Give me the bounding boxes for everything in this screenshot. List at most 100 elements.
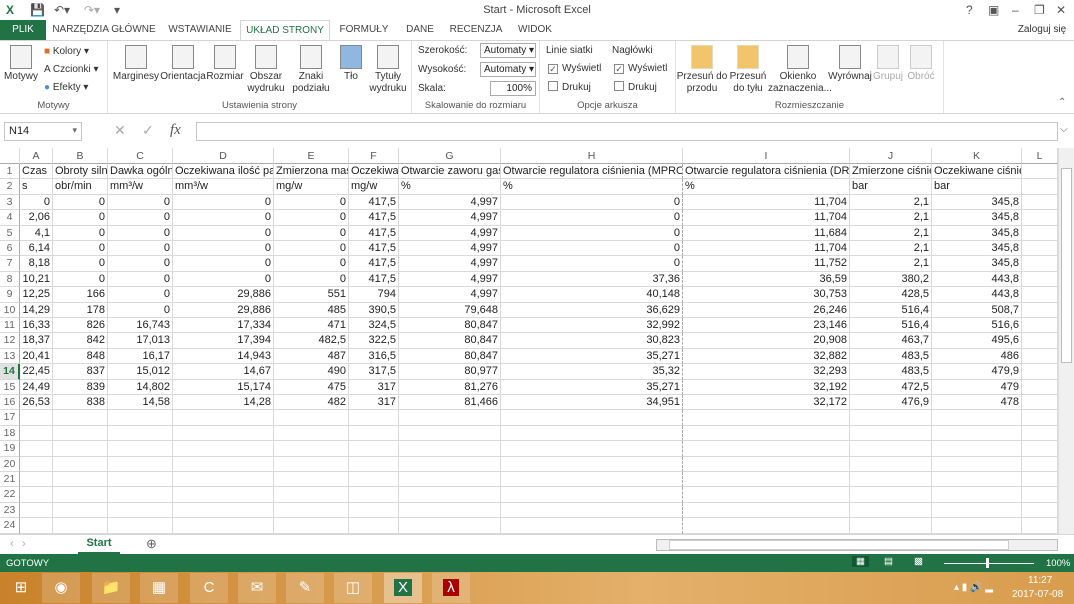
- cell-l22[interactable]: [1022, 487, 1058, 503]
- cell-b13[interactable]: 848: [53, 348, 108, 365]
- cell-b6[interactable]: 0: [53, 241, 108, 257]
- cell-h1[interactable]: Otwarcie regulatora ciśnienia (MPRO: [501, 164, 683, 180]
- cell-i3[interactable]: 11,704: [683, 194, 850, 211]
- cell-h17[interactable]: [501, 410, 683, 426]
- ribbon-display-icon[interactable]: ▣: [988, 3, 999, 17]
- cell-e2[interactable]: mg/w: [274, 179, 349, 195]
- cell-k3[interactable]: 345,8: [932, 194, 1022, 211]
- cell-i1[interactable]: Otwarcie regulatora ciśnienia (DRV: [683, 164, 850, 180]
- name-box[interactable]: N14 ▾: [4, 122, 82, 141]
- cell-d24[interactable]: [173, 518, 274, 534]
- cell-c2[interactable]: mm³/w: [108, 179, 173, 195]
- cell-c15[interactable]: 14,802: [108, 379, 173, 395]
- cell-h16[interactable]: 34,951: [501, 395, 683, 411]
- cell-i12[interactable]: 20,908: [683, 333, 850, 349]
- cell-i24[interactable]: [683, 518, 850, 534]
- row-header-12[interactable]: 12: [0, 333, 20, 349]
- cell-j7[interactable]: 2,1: [850, 256, 932, 272]
- cell-k24[interactable]: [932, 518, 1022, 534]
- cell-d12[interactable]: 17,394: [173, 333, 274, 349]
- rotate-button[interactable]: Obróć: [904, 45, 938, 83]
- row-header-5[interactable]: 5: [0, 225, 20, 241]
- obszar-wydruku-button[interactable]: Obszar wydruku: [246, 45, 286, 95]
- cell-d5[interactable]: 0: [173, 225, 274, 241]
- cell-k21[interactable]: [932, 472, 1022, 488]
- row-header-2[interactable]: 2: [0, 179, 20, 195]
- cell-h7[interactable]: 0: [501, 256, 683, 272]
- cell-b19[interactable]: [53, 441, 108, 457]
- cell-l18[interactable]: [1022, 425, 1058, 442]
- znaki-podzialu-button[interactable]: Znaki podziału: [288, 45, 334, 95]
- cell-g21[interactable]: [399, 472, 501, 488]
- cell-g4[interactable]: 4,997: [399, 210, 501, 226]
- clock-time[interactable]: 11:27: [1028, 575, 1052, 586]
- column-header-d[interactable]: D: [173, 148, 274, 164]
- cell-h5[interactable]: 0: [501, 225, 683, 241]
- cell-i17[interactable]: [683, 410, 850, 426]
- cell-j18[interactable]: [850, 425, 932, 442]
- cell-e18[interactable]: [274, 425, 349, 442]
- cell-l2[interactable]: [1022, 179, 1058, 195]
- cell-i23[interactable]: [683, 502, 850, 519]
- tytuly-wydruku-button[interactable]: Tytuły wydruku: [368, 45, 408, 95]
- cell-l21[interactable]: [1022, 472, 1058, 488]
- cell-c7[interactable]: 0: [108, 256, 173, 272]
- cell-a2[interactable]: s: [20, 179, 53, 195]
- column-header-l[interactable]: L: [1022, 148, 1058, 164]
- cell-a13[interactable]: 20,41: [20, 348, 53, 365]
- motywy-button[interactable]: Motywy: [2, 45, 40, 83]
- cell-l24[interactable]: [1022, 518, 1058, 534]
- cell-g18[interactable]: [399, 425, 501, 442]
- cell-a1[interactable]: Czas: [20, 164, 53, 180]
- cell-g6[interactable]: 4,997: [399, 241, 501, 257]
- cell-e3[interactable]: 0: [274, 194, 349, 211]
- cell-f19[interactable]: [349, 441, 399, 457]
- cell-k4[interactable]: 345,8: [932, 210, 1022, 226]
- tab-plik[interactable]: PLIK: [0, 20, 46, 40]
- cell-l8[interactable]: [1022, 271, 1058, 288]
- cell-f12[interactable]: 322,5: [349, 333, 399, 349]
- cell-h2[interactable]: %: [501, 179, 683, 195]
- cell-b21[interactable]: [53, 472, 108, 488]
- cell-c6[interactable]: 0: [108, 241, 173, 257]
- cell-f14[interactable]: 317,5: [349, 364, 399, 380]
- cell-l19[interactable]: [1022, 441, 1058, 457]
- row-header-9[interactable]: 9: [0, 287, 20, 303]
- cell-i5[interactable]: 11,684: [683, 225, 850, 241]
- cell-i20[interactable]: [683, 456, 850, 472]
- cell-b11[interactable]: 826: [53, 318, 108, 334]
- cell-k14[interactable]: 479,9: [932, 364, 1022, 380]
- enter-icon[interactable]: ✓: [142, 122, 154, 139]
- cell-g19[interactable]: [399, 441, 501, 457]
- close-icon[interactable]: ✕: [1056, 3, 1066, 17]
- tray-icons[interactable]: ▴ ▮ 🔊 ▂: [954, 582, 993, 593]
- cell-g20[interactable]: [399, 456, 501, 472]
- cell-k1[interactable]: Oczekiwane ciśnienie pal: [932, 164, 1022, 180]
- cell-e17[interactable]: [274, 410, 349, 426]
- cell-l14[interactable]: [1022, 364, 1058, 380]
- cell-b3[interactable]: 0: [53, 194, 108, 211]
- cell-h10[interactable]: 36,629: [501, 302, 683, 318]
- cell-a12[interactable]: 18,37: [20, 333, 53, 349]
- new-sheet-icon[interactable]: ⊕: [146, 536, 157, 552]
- czcionki-button[interactable]: A Czcionki ▾: [44, 64, 99, 75]
- cell-f23[interactable]: [349, 502, 399, 519]
- cell-i13[interactable]: 32,882: [683, 348, 850, 365]
- cell-j15[interactable]: 472,5: [850, 379, 932, 395]
- cell-i16[interactable]: 32,172: [683, 395, 850, 411]
- cell-k17[interactable]: [932, 410, 1022, 426]
- cell-c18[interactable]: [108, 425, 173, 442]
- sheet-nav-right-icon[interactable]: ›: [22, 538, 26, 550]
- sheet-nav-left-icon[interactable]: ‹: [10, 538, 14, 550]
- cell-e6[interactable]: 0: [274, 241, 349, 257]
- cell-b12[interactable]: 842: [53, 333, 108, 349]
- row-header-4[interactable]: 4: [0, 210, 20, 226]
- cell-c19[interactable]: [108, 441, 173, 457]
- cell-c10[interactable]: 0: [108, 302, 173, 318]
- cell-l3[interactable]: [1022, 194, 1058, 211]
- kolory-button[interactable]: ■ Kolory ▾: [44, 46, 89, 57]
- cell-h21[interactable]: [501, 472, 683, 488]
- cell-g8[interactable]: 4,997: [399, 271, 501, 288]
- cell-g7[interactable]: 4,997: [399, 256, 501, 272]
- cell-l11[interactable]: [1022, 318, 1058, 334]
